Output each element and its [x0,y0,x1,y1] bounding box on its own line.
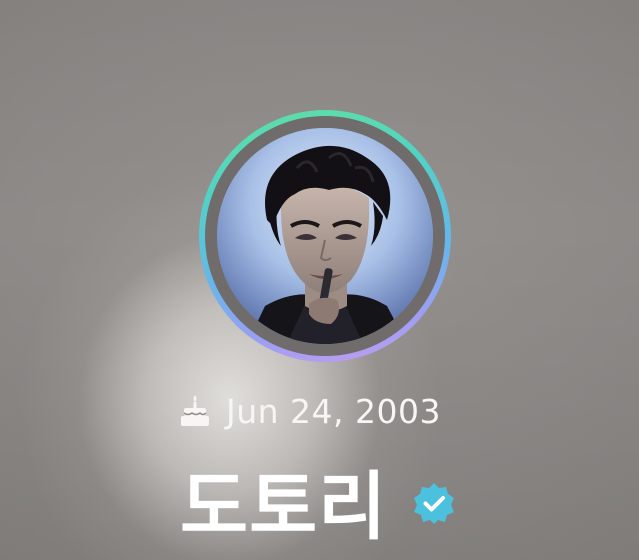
birthday-date: Jun 24, 2003 [226,391,442,431]
avatar-border [205,116,445,356]
profile-name: 도토리 [180,463,388,550]
verified-badge-icon[interactable] [413,482,455,524]
avatar-photo [217,128,433,344]
avatar-portrait-image [217,128,433,344]
cake-icon [180,394,210,428]
birthday-row: Jun 24, 2003 [180,388,441,434]
profile-name-row: 도토리 [180,452,455,550]
profile-avatar[interactable] [199,110,451,362]
